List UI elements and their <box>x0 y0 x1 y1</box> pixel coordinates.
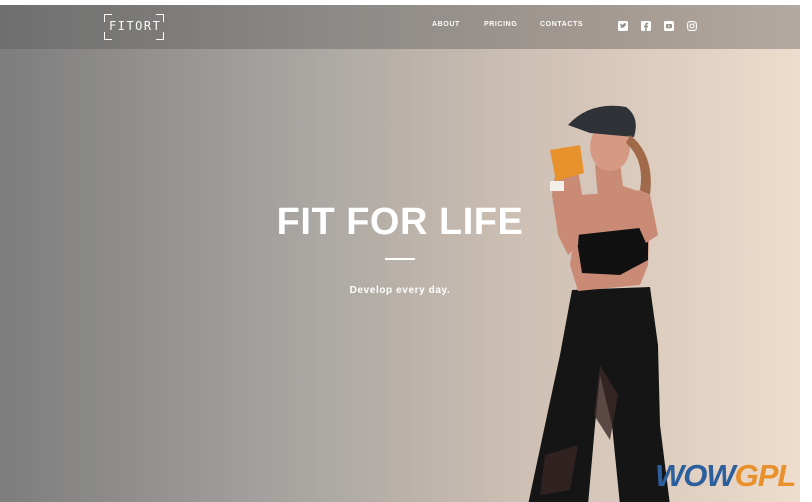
athlete-photo <box>528 105 670 502</box>
watermark-part2: GPL <box>734 458 797 493</box>
brand-logo[interactable]: FITORT <box>104 14 164 40</box>
top-navbar: FITORT ABOUT PRICING CONTACTS <box>0 5 800 49</box>
nav-link-about[interactable]: ABOUT <box>432 21 460 28</box>
nav-link-contacts[interactable]: CONTACTS <box>540 21 583 28</box>
hero-title: FIT FOR LIFE <box>276 201 524 243</box>
watermark-logo: WOWGPL <box>655 458 797 494</box>
nav-link-pricing[interactable]: PRICING <box>484 21 517 28</box>
logo-corner <box>156 32 164 40</box>
youtube-icon[interactable] <box>664 21 674 31</box>
facebook-icon[interactable] <box>641 21 651 31</box>
instagram-icon[interactable] <box>687 21 697 31</box>
hero-subtitle: Develop every day. <box>349 285 451 296</box>
logo-corner <box>104 32 112 40</box>
hero-divider <box>385 258 415 260</box>
hero-section: FITORT ABOUT PRICING CONTACTS FIT FOR LI… <box>0 5 800 502</box>
logo-text: FITORT <box>109 19 162 33</box>
watermark-part1: WOW <box>655 458 736 493</box>
twitter-icon[interactable] <box>618 21 628 31</box>
